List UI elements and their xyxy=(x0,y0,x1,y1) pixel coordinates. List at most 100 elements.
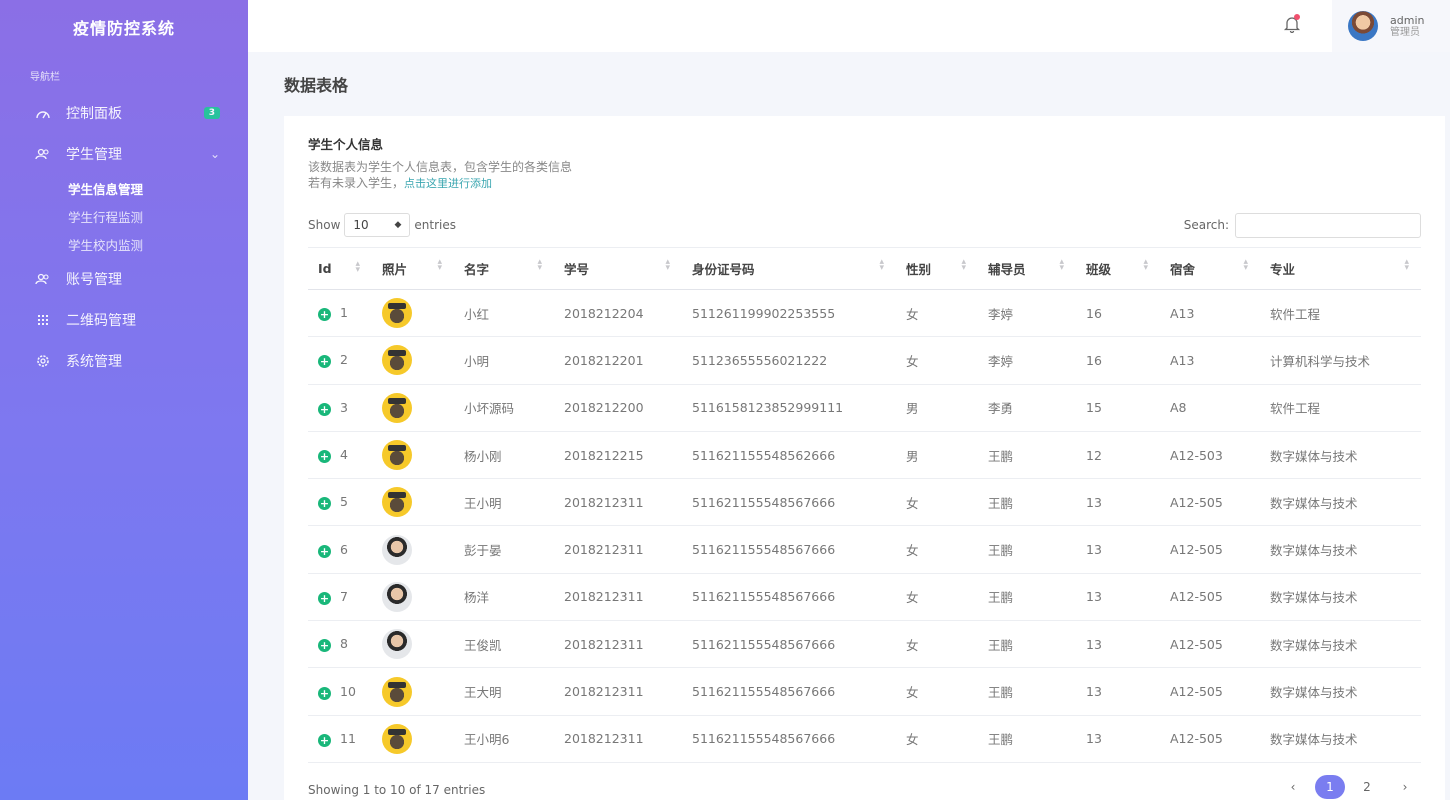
expand-row-icon[interactable]: + xyxy=(318,591,331,605)
expand-row-icon[interactable]: + xyxy=(318,450,331,464)
cell-dorm: A12-505 xyxy=(1160,525,1260,574)
cell-id-value: 10 xyxy=(340,683,356,699)
table-row[interactable]: +6 彭于晏 2018212311 511621155548567666 女王鹏 13 A1… xyxy=(308,525,1421,574)
page-button-2[interactable]: 2 xyxy=(1351,775,1383,799)
student-photo xyxy=(382,581,412,612)
expand-row-icon[interactable]: + xyxy=(318,402,331,416)
column-header-label: 性别 xyxy=(906,262,932,277)
cell-major: 数字媒体与技术 xyxy=(1260,667,1421,716)
sidebar-item-label: 控制面板 xyxy=(66,105,122,122)
sort-icon: ▴ ▾ xyxy=(1143,257,1148,273)
sidebar-item-qrcode-management[interactable]: 二维码管理 xyxy=(0,299,248,340)
sidebar-subitem-student-info[interactable]: 学生信息管理 xyxy=(68,174,248,202)
cell-name: 彭于晏 xyxy=(454,525,554,574)
graduate-avatar-icon xyxy=(382,676,412,707)
column-header[interactable]: 性别 ▴ ▾ xyxy=(896,247,978,290)
graduate-avatar-icon xyxy=(382,345,412,376)
cell-name: 王小明6 xyxy=(454,715,554,763)
cell-name: 杨小刚 xyxy=(454,431,554,480)
cell-id: +11 xyxy=(308,715,372,763)
table-row[interactable]: +4 杨小刚 2018212215 511621155548562666 男王鹏 12 A1… xyxy=(308,431,1421,480)
entries-label: entries xyxy=(414,218,456,232)
cell-class: 13 xyxy=(1076,573,1160,622)
next-page-button[interactable]: › xyxy=(1389,775,1421,799)
page-length-select[interactable]: 10 ◆ xyxy=(344,213,411,237)
user-menu[interactable]: admin 管理员 xyxy=(1332,0,1450,52)
column-header-label: 班级 xyxy=(1086,262,1112,277)
cell-idcard: 511621155548567666 xyxy=(682,667,896,716)
column-header[interactable]: 照片 ▴ ▾ xyxy=(372,247,454,290)
cell-photo xyxy=(372,715,454,763)
search-input[interactable] xyxy=(1235,212,1421,238)
topbar: admin 管理员 xyxy=(248,0,1450,52)
cell-dorm: A13 xyxy=(1160,289,1260,338)
expand-row-icon[interactable]: + xyxy=(318,686,331,700)
sidebar-item-label: 二维码管理 xyxy=(66,312,136,329)
cell-idcard: 511621155548562666 xyxy=(682,431,896,480)
cell-class: 13 xyxy=(1076,667,1160,716)
cell-sid: 2018212311 xyxy=(554,620,682,669)
column-header[interactable]: 专业 ▴ ▾ xyxy=(1260,247,1421,290)
table-row[interactable]: +8 王俊凯 2018212311 511621155548567666 女王鹏 13 A1… xyxy=(308,620,1421,669)
graduate-avatar-icon xyxy=(382,298,412,329)
cell-counselor: 王鹏 xyxy=(978,715,1076,763)
table-row[interactable]: +5 王小明 2018212311 511621155548567666 女王鹏 13 A1… xyxy=(308,478,1421,527)
cell-id: +7 xyxy=(308,573,372,622)
cell-dorm: A12-505 xyxy=(1160,620,1260,669)
expand-row-icon[interactable]: + xyxy=(318,355,331,369)
cell-sid: 2018212311 xyxy=(554,715,682,763)
column-header[interactable]: 名字 ▴ ▾ xyxy=(454,247,554,290)
cell-photo xyxy=(372,525,454,574)
prev-page-button[interactable]: ‹ xyxy=(1277,775,1309,799)
page-button-1[interactable]: 1 xyxy=(1315,775,1345,799)
sidebar-item-system-management[interactable]: 系统管理 xyxy=(0,340,248,381)
expand-row-icon[interactable]: + xyxy=(318,733,331,747)
cell-photo xyxy=(372,573,454,622)
dashboard-icon xyxy=(34,104,52,122)
cell-major: 软件工程 xyxy=(1260,289,1421,338)
column-header[interactable]: 身份证号码 ▴ ▾ xyxy=(682,247,896,290)
app-brand[interactable]: 疫情防控系统 xyxy=(0,0,248,54)
table-row[interactable]: +2 小明 2018212201 51123655556021222 女李婷 16 A13 计… xyxy=(308,336,1421,385)
expand-row-icon[interactable]: + xyxy=(318,308,331,322)
table-row[interactable]: +11 王小明6 2018212311 511621155548567666 女王鹏 13… xyxy=(308,715,1421,763)
chevron-down-icon: ⌄ xyxy=(209,146,220,161)
cell-dorm: A8 xyxy=(1160,384,1260,432)
notification-button[interactable] xyxy=(1272,0,1312,52)
add-student-link[interactable]: 点击这里进行添加 xyxy=(404,177,492,190)
column-header[interactable]: 宿舍 ▴ ▾ xyxy=(1160,247,1260,290)
column-header[interactable]: Id ▴ ▾ xyxy=(308,247,372,290)
page-title: 数据表格 xyxy=(284,76,349,95)
sidebar-item-student-management[interactable]: 学生管理 ⌄ xyxy=(0,133,248,174)
expand-row-icon[interactable]: + xyxy=(318,544,331,558)
expand-row-icon[interactable]: + xyxy=(318,639,331,653)
sidebar-subitem-student-campus[interactable]: 学生校内监测 xyxy=(68,230,248,258)
card-desc-line: 该数据表为学生个人信息表，包含学生的各类信息 xyxy=(308,160,573,174)
table-body: +1 小红 2018212204 511261199902253555 女李婷 16 A13… xyxy=(308,289,1421,763)
column-header[interactable]: 班级 ▴ ▾ xyxy=(1076,247,1160,290)
cell-idcard: 511261199902253555 xyxy=(682,289,896,338)
cell-sid: 2018212201 xyxy=(554,336,682,385)
card-desc-text: 若有未录入学生， xyxy=(308,176,405,190)
cell-gender: 女 xyxy=(896,620,978,669)
column-header[interactable]: 学号 ▴ ▾ xyxy=(554,247,682,290)
table-row[interactable]: +3 小坏源码 2018212200 5116158123852999111 男李勇 15… xyxy=(308,384,1421,432)
sidebar-item-account-management[interactable]: 账号管理 xyxy=(0,258,248,299)
student-table: Id ▴ ▾ 照片 ▴ ▾ 名字 ▴ ▾ 学号 ▴ ▾ 身份证号码 ▴ ▾ 性别 ▴ ▾ 辅导员 ▴ ▾ 班级 ▴ ▾ 宿舍 ▴ ▾… xyxy=(308,247,1421,763)
cell-id-value: 8 xyxy=(340,636,348,652)
column-header-label: 名字 xyxy=(464,262,490,277)
cell-major: 计算机科学与技术 xyxy=(1260,336,1421,385)
cell-gender: 男 xyxy=(896,384,978,432)
table-row[interactable]: +10 王大明 2018212311 511621155548567666 女王鹏 13 A… xyxy=(308,667,1421,716)
grid-icon xyxy=(34,311,52,329)
column-header[interactable]: 辅导员 ▴ ▾ xyxy=(978,247,1076,290)
cell-photo xyxy=(372,289,454,338)
cell-major: 数字媒体与技术 xyxy=(1260,715,1421,763)
table-row[interactable]: +1 小红 2018212204 511261199902253555 女李婷 16 A13… xyxy=(308,289,1421,338)
table-row[interactable]: +7 杨洋 2018212311 511621155548567666 女王鹏 13 A12… xyxy=(308,573,1421,622)
sidebar-subitem-student-trip[interactable]: 学生行程监测 xyxy=(68,202,248,230)
cell-photo xyxy=(372,431,454,480)
cell-id: +4 xyxy=(308,431,372,480)
expand-row-icon[interactable]: + xyxy=(318,497,331,511)
sidebar-item-dashboard[interactable]: 控制面板 3 xyxy=(0,92,248,133)
